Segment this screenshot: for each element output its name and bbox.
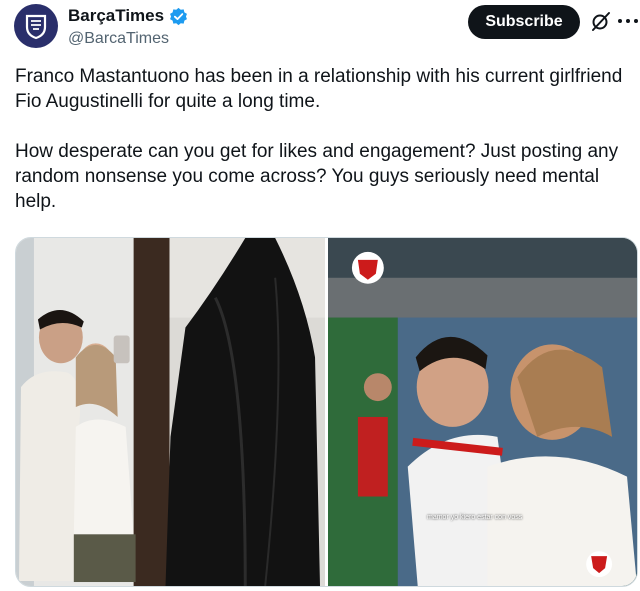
name-row: BarçaTimes: [68, 6, 188, 26]
photo-image: [16, 238, 325, 586]
tweet-paragraph: Franco Mastantuono has been in a relatio…: [15, 66, 623, 112]
club-crest-icon: [25, 14, 47, 40]
subscribe-button[interactable]: Subscribe: [468, 5, 580, 39]
tweet-body: Franco Mastantuono has been in a relatio…: [15, 64, 635, 214]
grok-icon[interactable]: [590, 10, 612, 32]
photo-caption: mamor yo kiero estar con voss: [427, 514, 523, 521]
tweet-header: BarçaTimes @BarcaTimes Subscribe: [0, 0, 640, 60]
more-dots-icon[interactable]: [618, 19, 638, 25]
photo-couple-mirror[interactable]: [16, 238, 325, 586]
media-grid: mamor yo kiero estar con voss: [15, 237, 638, 587]
display-name[interactable]: BarçaTimes: [68, 6, 164, 26]
account-handle[interactable]: @BarcaTimes: [68, 30, 169, 48]
photo-stadium-kiss[interactable]: mamor yo kiero estar con voss: [328, 238, 637, 586]
photo-image: [328, 238, 637, 586]
tweet-paragraph: How desperate can you get for likes and …: [15, 141, 619, 212]
verified-badge-icon: [170, 7, 188, 25]
avatar[interactable]: [14, 4, 58, 48]
